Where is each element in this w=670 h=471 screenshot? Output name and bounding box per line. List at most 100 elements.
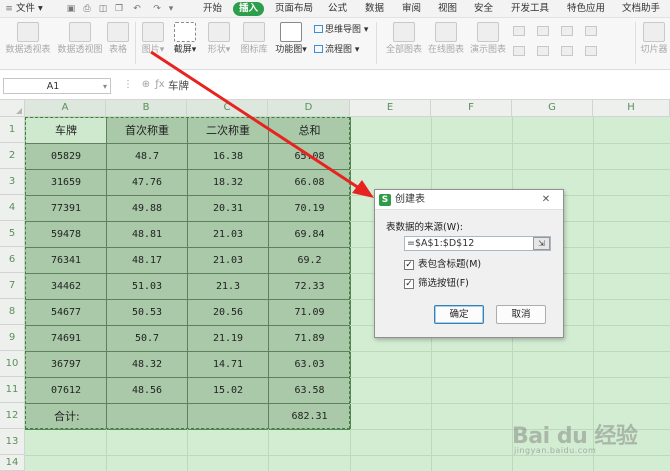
demo-charts-icon [477,22,499,42]
bar-chart-icon[interactable] [513,46,525,56]
tab-page-layout[interactable]: 页面布局 [275,3,313,15]
pivot-table-button[interactable]: 数据透视表 [4,18,52,56]
has-headers-checkbox[interactable]: ✓ [404,260,414,270]
row-header[interactable]: 14 [0,455,25,471]
formula-input[interactable]: 车牌 [168,80,189,92]
row-header[interactable]: 10 [0,351,25,377]
ribbon-separator [376,22,377,64]
redo-icon[interactable]: ↷ [152,4,162,14]
table-button[interactable]: 表格 [106,18,130,56]
copy-icon[interactable]: ❐ [114,4,124,14]
name-box[interactable]: A1 ▾ [3,78,111,94]
column-header[interactable]: B [106,100,187,117]
row-header[interactable]: 8 [0,299,25,325]
area-chart-icon[interactable] [585,26,597,36]
tab-formulas[interactable]: 公式 [328,3,347,15]
function-icon[interactable]: ƒx [154,79,166,91]
quick-access-more-icon[interactable]: ▾ [166,4,176,14]
pivot-table-icon [17,22,39,42]
tab-security[interactable]: 安全 [474,3,493,15]
pivot-chart-icon [69,22,91,42]
preview-icon[interactable]: ◫ [98,4,108,14]
demo-charts-button[interactable]: 演示图表 [468,18,508,56]
spreadsheet-grid[interactable]: 车牌 首次称重 二次称重 总和 05829 48.7 16.38 65.08 31659 47.7… [0,100,670,471]
ribbon: 数据透视表 数据透视图 表格 图片▾ 截屏▾ 形状▾ 图标库 功能图▾ 思维导图… [0,18,670,70]
has-headers-label: 表包含标题(M) [418,259,482,270]
tab-home[interactable]: 开始 [203,3,222,15]
shapes-button[interactable]: 形状▾ [205,18,233,56]
tab-view[interactable]: 视图 [438,3,457,15]
row-header[interactable]: 2 [0,143,25,169]
file-menu[interactable]: 文件 ▾ [16,3,43,15]
ribbon-separator [135,22,136,64]
all-charts-button[interactable]: 全部图表 [382,18,426,56]
picture-button[interactable]: 图片▾ [140,18,166,56]
select-all-corner[interactable] [0,100,25,117]
icon-library-button[interactable]: 图标库 [238,18,270,56]
zoom-icon[interactable]: ⊕ [140,79,152,91]
row-header[interactable]: 1 [0,117,25,143]
column-header[interactable]: G [512,100,593,117]
grid-line [350,351,670,352]
grid-line [350,377,670,378]
pivot-chart-button[interactable]: 数据透视图 [56,18,104,56]
row-header[interactable]: 3 [0,169,25,195]
function-chart-icon [280,22,302,42]
row-header[interactable]: 4 [0,195,25,221]
row-header[interactable]: 13 [0,429,25,455]
dialog-title-bar[interactable]: S 创建表 ✕ [375,190,563,210]
tab-data[interactable]: 数据 [365,3,384,15]
more-icon[interactable]: ⋮ [122,79,134,91]
column-chart-icon[interactable] [513,26,525,36]
column-header[interactable]: E [350,100,431,117]
grid-line [350,169,670,170]
shapes-icon [208,22,230,42]
close-icon[interactable]: ✕ [535,193,557,206]
source-range-input[interactable]: =$A$1:$D$12 [404,236,551,251]
tab-doc-assistant[interactable]: 文档助手 [622,3,660,15]
row-header[interactable]: 12 [0,403,25,429]
row-header[interactable]: 9 [0,325,25,351]
scatter-chart-icon[interactable] [537,46,549,56]
row-header[interactable]: 5 [0,221,25,247]
row-header[interactable]: 11 [0,377,25,403]
grid-line [350,403,670,404]
chevron-down-icon[interactable]: ▾ [103,81,107,92]
screenshot-button[interactable]: 截屏▾ [172,18,198,56]
filter-buttons-label: 筛选按钮(F) [418,278,469,289]
range-picker-icon[interactable]: ⇲ [533,237,550,250]
flowchart-icon [314,45,323,53]
menu-icon[interactable]: ≡ [4,4,14,14]
pie-chart-icon[interactable] [561,26,573,36]
flowchart-button[interactable]: 流程图 ▾ [314,45,359,56]
column-header[interactable]: A [25,100,106,117]
column-header[interactable]: F [431,100,512,117]
cancel-button[interactable]: 取消 [496,305,546,324]
column-header[interactable]: H [593,100,670,117]
slicer-button[interactable]: 切片器 [638,18,670,56]
ribbon-separator [635,22,636,64]
tab-insert[interactable]: 插入 [233,2,265,16]
save-icon[interactable]: ▣ [66,4,76,14]
tab-review[interactable]: 审阅 [402,3,421,15]
tab-developer[interactable]: 开发工具 [511,3,549,15]
online-charts-button[interactable]: 在线图表 [426,18,466,56]
row-header[interactable]: 6 [0,247,25,273]
ok-button[interactable]: 确定 [434,305,484,324]
undo-icon[interactable]: ↶ [132,4,142,14]
name-box-value: A1 [46,81,60,92]
mind-map-button[interactable]: 思维导图 ▾ [314,25,368,36]
column-header[interactable]: C [187,100,268,117]
filter-buttons-checkbox[interactable]: ✓ [404,279,414,289]
tab-features[interactable]: 特色应用 [567,3,605,15]
line-chart-icon[interactable] [537,26,549,36]
print-icon[interactable]: ⎙ [82,4,92,14]
radar-chart-icon[interactable] [585,46,597,56]
stock-chart-icon[interactable] [561,46,573,56]
grid-line [350,143,670,144]
column-header[interactable]: D [268,100,350,117]
function-chart-button[interactable]: 功能图▾ [273,18,309,56]
online-charts-icon [435,22,457,42]
row-header[interactable]: 7 [0,273,25,299]
grid-line [268,429,269,471]
